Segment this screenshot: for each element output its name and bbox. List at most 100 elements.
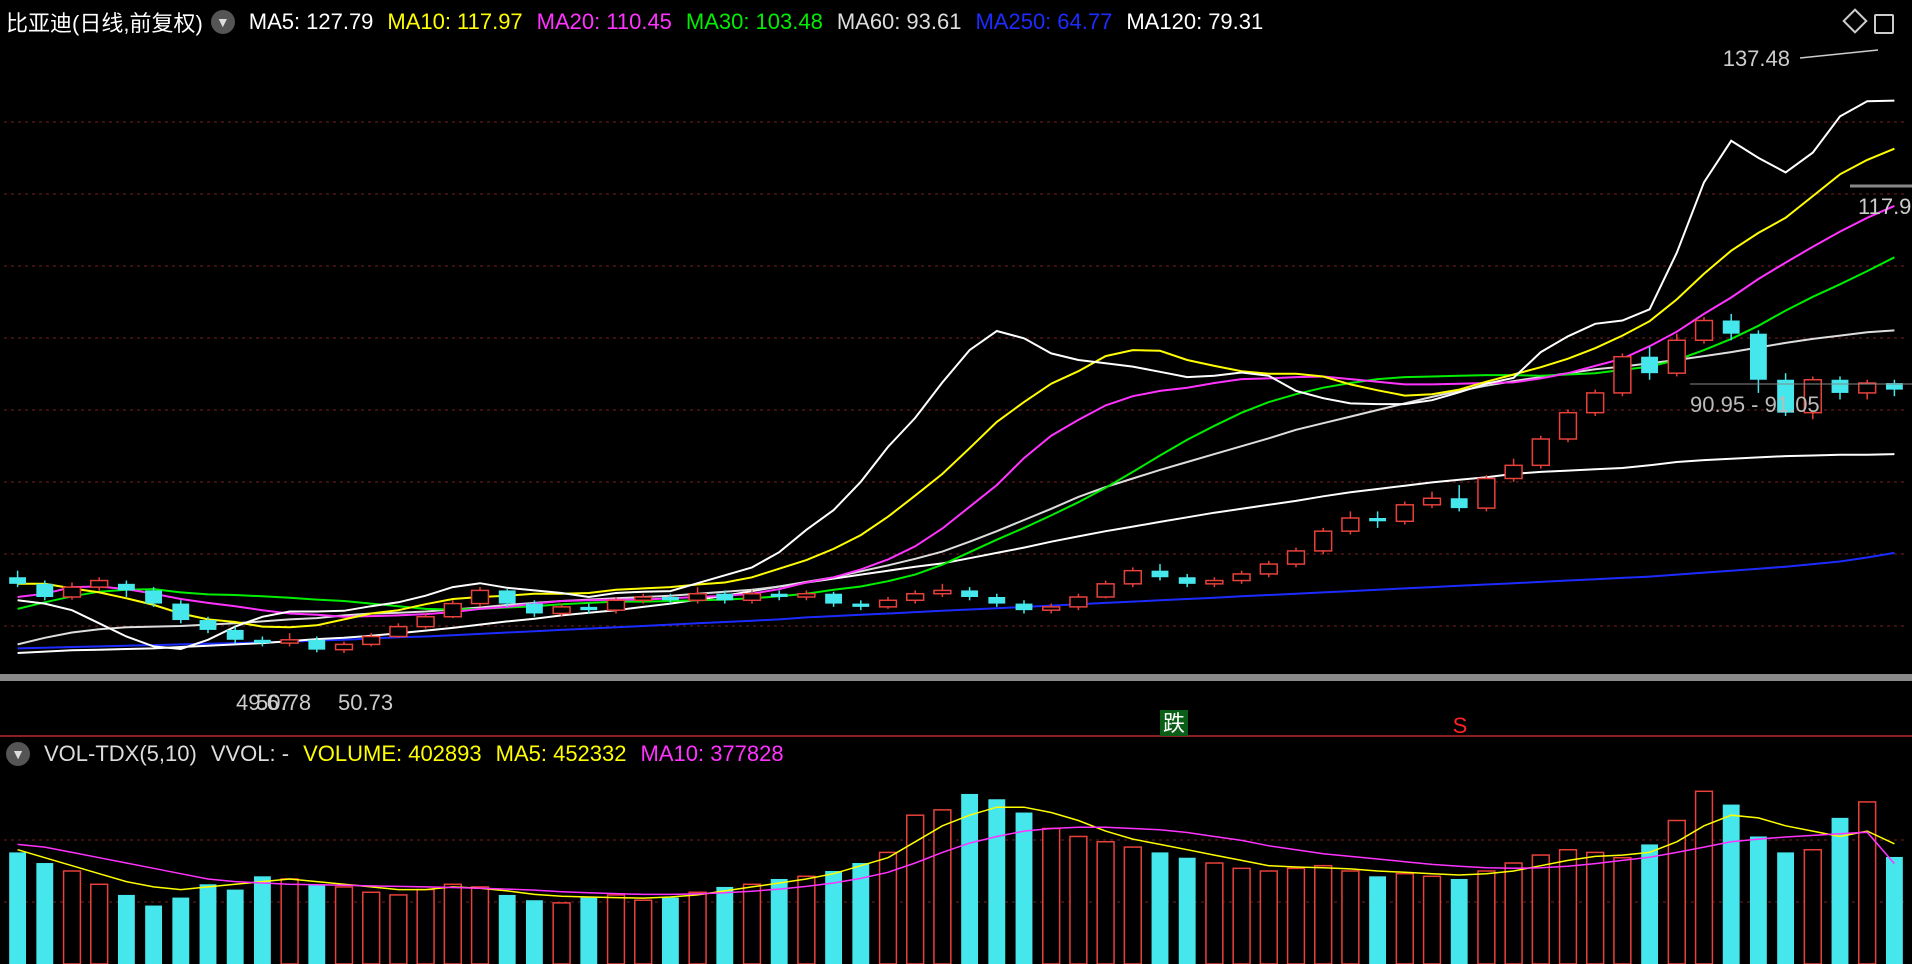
candle-body xyxy=(1749,333,1767,380)
volume-bar xyxy=(1232,867,1251,964)
volume-bar xyxy=(362,891,381,964)
series-line-volume_ma10 xyxy=(17,826,1895,896)
volume-bar xyxy=(1803,848,1822,964)
series-line-ma250 xyxy=(17,551,1895,650)
candle-body xyxy=(552,606,571,615)
volume-bar xyxy=(1831,817,1849,964)
volume-bar xyxy=(280,878,299,964)
candle-body xyxy=(1096,583,1115,598)
candle-body xyxy=(1286,550,1306,565)
candle-body xyxy=(226,629,244,640)
candle-body xyxy=(1341,517,1360,532)
candle-body xyxy=(1531,438,1550,467)
volume-bar xyxy=(470,886,490,964)
volume-bar xyxy=(634,899,653,964)
candle-body xyxy=(961,590,979,597)
candle-body xyxy=(580,606,598,611)
candle-body xyxy=(988,597,1006,604)
partial-price-label: 117.9 xyxy=(1858,194,1911,219)
volume-bar xyxy=(1123,846,1142,964)
volume-legend-item: MA5: 452332 xyxy=(495,741,627,766)
candle-body xyxy=(878,599,898,608)
volume-bar xyxy=(145,905,163,964)
volume-bar xyxy=(1259,870,1278,964)
volume-bar xyxy=(36,863,54,964)
candle-body xyxy=(308,639,326,650)
candle-body xyxy=(1042,606,1061,611)
volume-panel-header: ▼ VOL-TDX(5,10) VVOL: - VOLUME: 402893 MA… xyxy=(0,732,1912,776)
volume-bar xyxy=(90,883,109,964)
series-line-ma5 xyxy=(17,99,1895,651)
candle-body xyxy=(389,625,408,638)
high-price-label: 137.48 xyxy=(1723,46,1790,71)
volume-bar xyxy=(961,793,979,964)
candle-body xyxy=(334,643,354,651)
candle-body xyxy=(1450,498,1468,509)
candle-body xyxy=(797,592,816,598)
candle-body xyxy=(90,579,109,588)
volume-bar xyxy=(525,900,543,964)
volume-bar xyxy=(661,897,679,964)
series-line-ma60 xyxy=(17,329,1895,646)
candle-body xyxy=(1694,319,1714,341)
volume-bar xyxy=(1531,854,1550,964)
volume-bar xyxy=(1694,790,1714,964)
chevron-down-icon[interactable]: ▼ xyxy=(6,742,30,766)
volume-bar xyxy=(9,852,27,964)
candle-body xyxy=(1123,569,1142,585)
candle-body xyxy=(770,593,788,597)
candle-body xyxy=(145,590,163,604)
candle-body xyxy=(1477,477,1496,509)
volume-bar xyxy=(389,894,408,964)
volume-bar xyxy=(1504,862,1523,964)
candle-body xyxy=(117,583,135,591)
candle-body xyxy=(825,593,843,604)
candle-body xyxy=(1641,356,1659,374)
volume-bar xyxy=(1395,872,1414,964)
candle-body xyxy=(933,589,952,595)
candle-body xyxy=(199,620,217,630)
candle-body xyxy=(906,592,925,602)
volume-bar xyxy=(1369,876,1387,964)
volume-bar xyxy=(742,883,762,964)
candle-body xyxy=(525,603,543,614)
candle-body xyxy=(1178,577,1196,584)
candle-body xyxy=(172,603,190,621)
volume-bar xyxy=(1858,801,1877,964)
stock-chart: 137.4849.6750.78 50.7390.95 - 91.05117.9跌… xyxy=(0,46,1912,964)
volume-bar xyxy=(797,875,816,964)
volume-bar xyxy=(1885,856,1903,964)
volume-bar xyxy=(1015,812,1033,964)
volume-bar xyxy=(1450,878,1468,964)
candle-body xyxy=(1015,603,1033,611)
volume-bar xyxy=(1314,864,1333,964)
volume-bar xyxy=(1422,875,1442,964)
candle-body xyxy=(1369,518,1387,522)
candle-body xyxy=(1069,596,1088,608)
volume-bar xyxy=(1477,870,1496,964)
volume-bar xyxy=(1641,844,1659,964)
candle-body xyxy=(1858,382,1877,394)
candle-body xyxy=(1151,570,1169,578)
candle-body xyxy=(1504,464,1523,480)
candle-body xyxy=(253,639,271,644)
volume-bar xyxy=(552,902,571,964)
volume-bar xyxy=(1341,870,1360,964)
volume-bar xyxy=(1151,852,1169,964)
volume-bar xyxy=(1749,836,1767,964)
candle-body xyxy=(1831,379,1849,393)
volume-bar xyxy=(334,886,354,964)
candle-body xyxy=(1667,339,1686,374)
candle-body xyxy=(661,597,679,601)
volume-bar xyxy=(1777,852,1795,964)
volume-bar xyxy=(172,897,190,964)
volume-bar xyxy=(253,876,271,964)
volume-bar xyxy=(770,878,788,964)
panel-divider xyxy=(0,674,1912,681)
volume-bar xyxy=(1096,841,1115,964)
candle-body xyxy=(688,592,707,602)
candle-body xyxy=(443,602,462,618)
volume-bar xyxy=(1205,862,1224,964)
candle-body xyxy=(1422,497,1442,506)
volume-bar xyxy=(416,888,435,964)
